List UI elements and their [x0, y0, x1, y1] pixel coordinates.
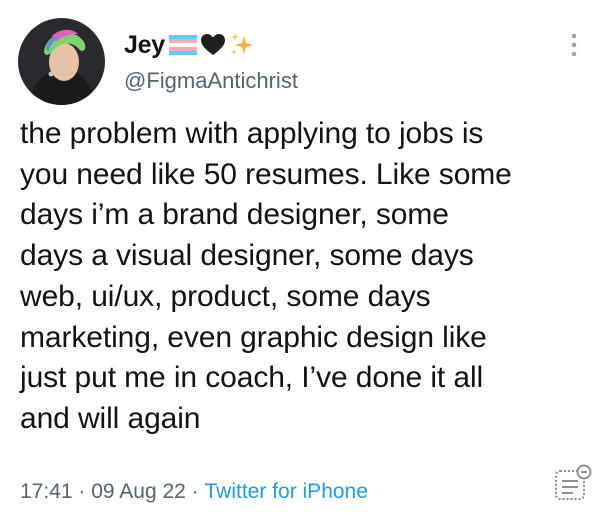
tweet-meta: 17:41 · 09 Aug 22 · Twitter for iPhone — [20, 480, 368, 504]
trans-flag-icon — [168, 35, 197, 55]
tweet-text: the problem with applying to jobs is you… — [20, 117, 512, 435]
black-heart-icon — [200, 34, 225, 56]
tweet-date[interactable]: 09 Aug 22 — [91, 480, 186, 504]
display-name[interactable]: Jey — [124, 31, 165, 60]
user-name-row[interactable]: Jey — [124, 30, 255, 60]
notes-watermark-icon — [553, 463, 593, 503]
sparkles-icon — [229, 32, 255, 58]
user-handle[interactable]: @FigmaAntichrist — [124, 68, 298, 94]
tweet-card: Jey @FigmaAntichrist the problem with ap… — [0, 0, 600, 521]
tweet-time[interactable]: 17:41 — [20, 480, 73, 504]
meta-separator: · — [72, 480, 92, 503]
avatar[interactable] — [18, 18, 105, 105]
more-options-icon[interactable] — [566, 30, 582, 60]
meta-separator: · — [185, 480, 205, 503]
tweet-source-link[interactable]: Twitter for iPhone — [205, 480, 368, 504]
